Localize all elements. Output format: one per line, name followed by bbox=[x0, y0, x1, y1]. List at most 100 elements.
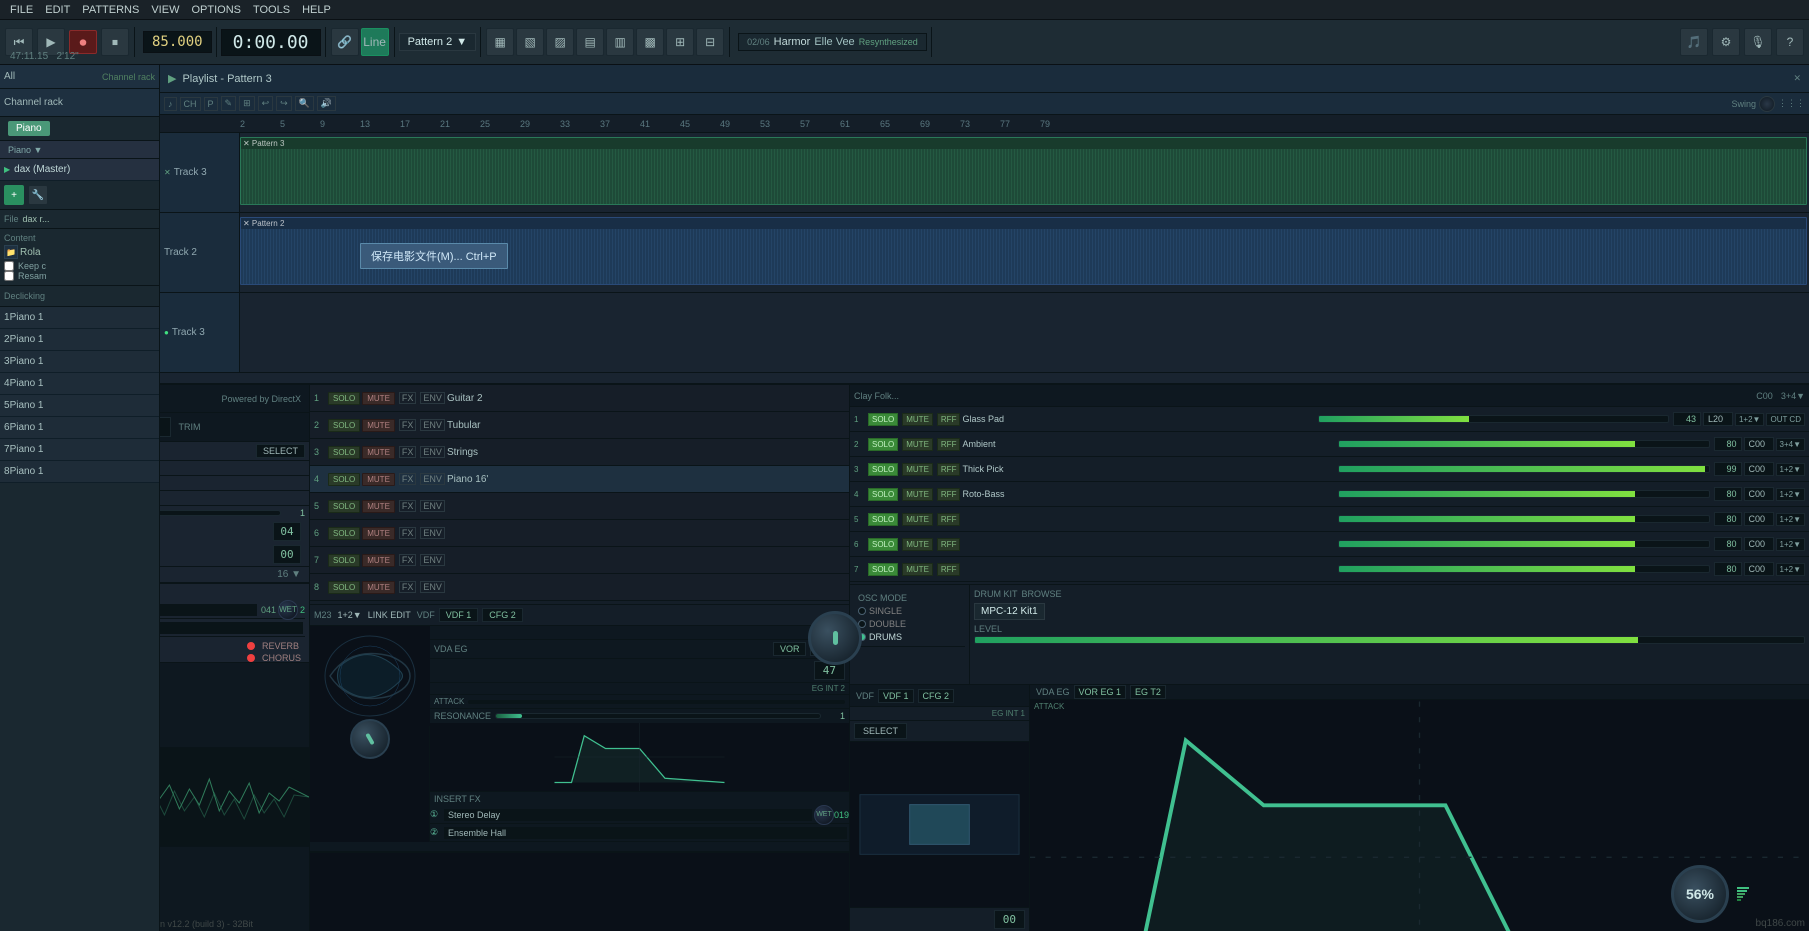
keep-checkbox[interactable] bbox=[4, 261, 14, 271]
vdf-cfg2-display[interactable]: CFG 2 bbox=[918, 689, 955, 703]
stop-button[interactable]: ⏹ bbox=[101, 28, 129, 56]
mixer-btn-6[interactable]: ▩ bbox=[636, 28, 664, 56]
mute-btn-5[interactable]: MUTE bbox=[362, 500, 395, 513]
fx-btn-2[interactable]: FX bbox=[399, 419, 417, 431]
osc-drums[interactable]: DRUMS bbox=[858, 632, 961, 642]
mr-mute-6[interactable]: MUTE bbox=[902, 538, 933, 551]
mr-mute-3[interactable]: MUTE bbox=[902, 463, 933, 476]
mr-pan-6[interactable]: C00 bbox=[1744, 537, 1774, 551]
mixer-btn-8[interactable]: ⊟ bbox=[696, 28, 724, 56]
zoom-circle[interactable]: 56% bbox=[1671, 865, 1729, 923]
env-btn-7[interactable]: ENV bbox=[420, 554, 445, 566]
bpm-display[interactable]: 85.000 bbox=[143, 31, 212, 53]
mute-btn-3[interactable]: MUTE bbox=[362, 446, 395, 459]
synth-track-6[interactable]: 6 SOLO MUTE FX ENV bbox=[310, 520, 849, 547]
channel-item-8[interactable]: 8Piano 1 bbox=[0, 461, 159, 483]
channel-item-1[interactable]: 1Piano 1 bbox=[0, 307, 159, 329]
mr-pan-1[interactable]: L20 bbox=[1703, 412, 1733, 426]
vdf-val-1[interactable]: VDF 1 bbox=[439, 608, 479, 622]
mr-level-3[interactable]: 99 bbox=[1714, 462, 1742, 476]
mr-pan-3[interactable]: C00 bbox=[1744, 462, 1774, 476]
mr-out1-7[interactable]: 1+2▼ bbox=[1776, 563, 1806, 576]
menu-item-view[interactable]: VIEW bbox=[145, 0, 185, 19]
solo-btn-1[interactable]: SOLO bbox=[328, 392, 360, 405]
resonance-slider-2[interactable] bbox=[495, 713, 821, 719]
solo-btn-5[interactable]: SOLO bbox=[328, 500, 360, 513]
track-3-content[interactable] bbox=[240, 293, 1809, 372]
settings-button[interactable]: ⚙ bbox=[1712, 28, 1740, 56]
solo-btn-2[interactable]: SOLO bbox=[328, 419, 360, 432]
mr-solo-7[interactable]: SOLO bbox=[868, 563, 898, 576]
mute-btn-6[interactable]: MUTE bbox=[362, 527, 395, 540]
mr-out2-1[interactable]: OUT CD bbox=[1766, 413, 1805, 426]
playlist-tool2-icon[interactable]: ⊞ bbox=[239, 96, 255, 111]
channel-item-7[interactable]: 7Piano 1 bbox=[0, 439, 159, 461]
mixer-knob[interactable] bbox=[808, 611, 862, 665]
mr-level-6[interactable]: 80 bbox=[1714, 537, 1742, 551]
fx-eh-name[interactable]: Ensemble Hall bbox=[444, 827, 847, 839]
mr-pan-5[interactable]: C00 bbox=[1744, 512, 1774, 526]
mr-level-1[interactable]: 43 bbox=[1673, 412, 1701, 426]
solo-btn-8[interactable]: SOLO bbox=[328, 581, 360, 594]
folder-icon[interactable]: 📁 bbox=[4, 245, 18, 259]
mr-mute-1[interactable]: MUTE bbox=[902, 413, 933, 426]
vdf-cfg2[interactable]: CFG 2 bbox=[482, 608, 523, 622]
mute-btn-2[interactable]: MUTE bbox=[362, 419, 395, 432]
synth-track-4[interactable]: 4 SOLO MUTE FX ENV Piano 16' bbox=[310, 466, 849, 493]
mr-rff-1[interactable]: RFF bbox=[937, 413, 961, 426]
drum-kit-name[interactable]: MPC-12 Kit1 bbox=[974, 603, 1045, 620]
env-btn-1[interactable]: ENV bbox=[420, 392, 445, 404]
solo-btn-4[interactable]: SOLO bbox=[328, 473, 360, 486]
line-mode-button[interactable]: Line bbox=[361, 28, 389, 56]
solo-btn-6[interactable]: SOLO bbox=[328, 527, 360, 540]
track-2-content[interactable]: 保存电影文件(M)... Ctrl+P ✕ Pattern 2 bbox=[240, 213, 1809, 292]
wrench-icon[interactable]: 🔧 bbox=[28, 185, 48, 205]
menu-item-edit[interactable]: EDIT bbox=[39, 0, 76, 19]
mixer-btn-1[interactable]: ▦ bbox=[486, 28, 514, 56]
chorus-label[interactable]: CHORUS bbox=[262, 653, 301, 663]
osc-single[interactable]: SINGLE bbox=[858, 606, 961, 616]
mr-rff-5[interactable]: RFF bbox=[937, 513, 961, 526]
pattern-selector[interactable]: Pattern 2 ▼ bbox=[399, 33, 477, 51]
solo-btn-3[interactable]: SOLO bbox=[328, 446, 360, 459]
mixer-btn-3[interactable]: ▨ bbox=[546, 28, 574, 56]
mixer-btn-7[interactable]: ⊞ bbox=[666, 28, 694, 56]
menu-item-tools[interactable]: TOOLS bbox=[247, 0, 296, 19]
mr-solo-1[interactable]: SOLO bbox=[868, 413, 898, 426]
mute-btn-4[interactable]: MUTE bbox=[362, 473, 395, 486]
mute-btn-8[interactable]: MUTE bbox=[362, 581, 395, 594]
mr-out1-2[interactable]: 3+4▼ bbox=[1776, 438, 1806, 451]
env-btn-3[interactable]: ENV bbox=[420, 446, 445, 458]
swing-knob[interactable] bbox=[1759, 96, 1775, 112]
synth-track-1[interactable]: 1 SOLO MUTE FX ENV Guitar 2 bbox=[310, 385, 849, 412]
synth-keyboard[interactable] bbox=[310, 851, 849, 931]
synth-track-5[interactable]: 5 SOLO MUTE FX ENV bbox=[310, 493, 849, 520]
mixer-btn-2[interactable]: ▧ bbox=[516, 28, 544, 56]
track-1-content[interactable]: ✕ Pattern 3 bbox=[240, 133, 1809, 212]
synth-track-8[interactable]: 8 SOLO MUTE FX ENV bbox=[310, 574, 849, 601]
synth-track-3[interactable]: 3 SOLO MUTE FX ENV Strings bbox=[310, 439, 849, 466]
right-select-btn[interactable]: SELECT bbox=[854, 723, 907, 739]
playlist-close-icon[interactable]: ✕ bbox=[1793, 73, 1801, 84]
fx-btn-7[interactable]: FX bbox=[399, 554, 417, 566]
env-btn-5[interactable]: ENV bbox=[420, 500, 445, 512]
playlist-note-icon[interactable]: ♪ bbox=[164, 97, 177, 111]
playlist-dots-icon[interactable]: ⋮⋮⋮ bbox=[1778, 98, 1805, 109]
env-btn-8[interactable]: ENV bbox=[420, 581, 445, 593]
mr-out1-3[interactable]: 1+2▼ bbox=[1776, 463, 1806, 476]
fx-btn-6[interactable]: FX bbox=[399, 527, 417, 539]
menu-item-help[interactable]: HELP bbox=[296, 0, 337, 19]
mixer-btn-4[interactable]: ▤ bbox=[576, 28, 604, 56]
mr-level-2[interactable]: 80 bbox=[1714, 437, 1742, 451]
menu-item-patterns[interactable]: PATTERNS bbox=[76, 0, 145, 19]
channel-item-5[interactable]: 5Piano 1 bbox=[0, 395, 159, 417]
reverb-label[interactable]: REVERB bbox=[262, 641, 299, 651]
menu-item-options[interactable]: OPTIONS bbox=[185, 0, 247, 19]
mr-solo-3[interactable]: SOLO bbox=[868, 463, 898, 476]
mic-button[interactable]: 🎙 bbox=[1744, 28, 1772, 56]
magnet-button[interactable]: 🔗 bbox=[331, 28, 359, 56]
browser-btn[interactable]: BROWSE bbox=[1022, 589, 1062, 599]
mr-out1-4[interactable]: 1+2▼ bbox=[1776, 488, 1806, 501]
env-btn-2[interactable]: ENV bbox=[420, 419, 445, 431]
channel-item-4[interactable]: 4Piano 1 bbox=[0, 373, 159, 395]
